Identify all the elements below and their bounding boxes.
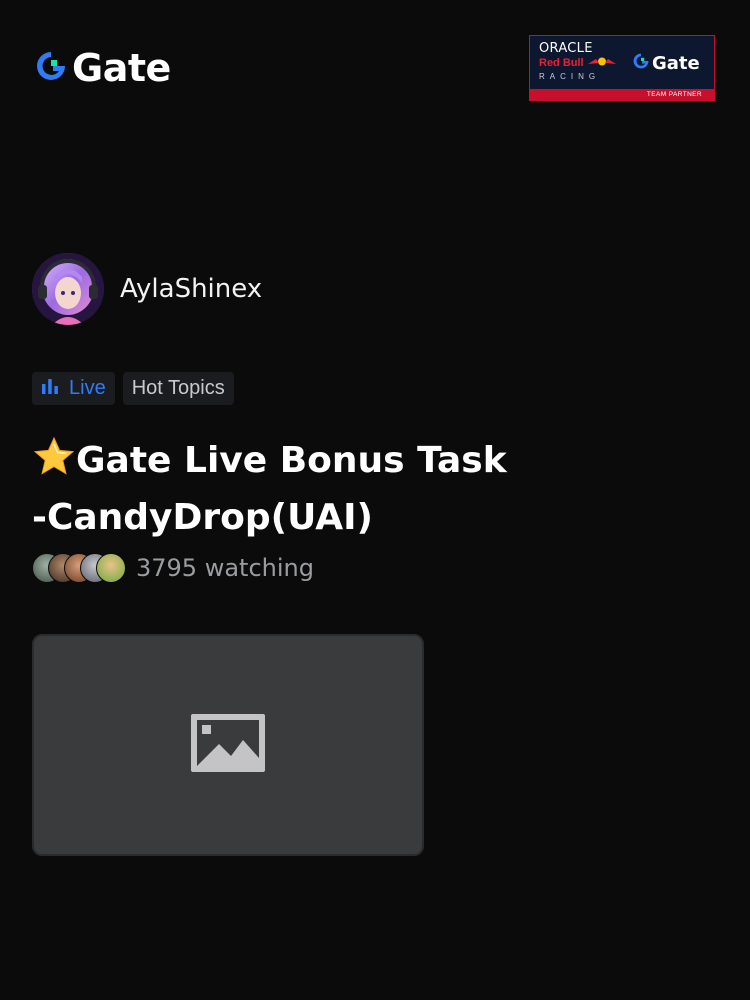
partner-footer-text: TEAM PARTNER bbox=[646, 91, 702, 98]
tag-hot-topics-label: Hot Topics bbox=[131, 377, 225, 399]
redbull-bull-icon bbox=[587, 56, 617, 71]
partner-racing-text: RACING bbox=[539, 72, 601, 81]
tag-live-label: Live bbox=[69, 377, 106, 399]
avatar[interactable] bbox=[32, 253, 104, 325]
stream-title[interactable]: Gate Live Bonus Task -CandyDrop(UAI) bbox=[32, 434, 512, 544]
partner-oracle-text: ORACLE bbox=[539, 41, 593, 56]
gate-logo-text: Gate bbox=[72, 46, 171, 90]
team-partner-badge: ORACLE Red Bull RACING Gate TEAM PARTNER bbox=[529, 35, 715, 101]
partner-gate-icon bbox=[632, 52, 650, 75]
partner-redbull-text: Red Bull bbox=[539, 57, 584, 69]
viewer-avatars bbox=[32, 553, 126, 583]
streamer-name[interactable]: AylaShinex bbox=[120, 274, 262, 304]
live-stream-page: Gate ORACLE Red Bull RACING Gate TEAM PA… bbox=[0, 0, 750, 1000]
tag-hot-topics[interactable]: Hot Topics bbox=[122, 372, 234, 405]
image-placeholder-icon bbox=[191, 713, 265, 777]
gate-logo[interactable]: Gate bbox=[34, 48, 171, 88]
watching-count: 3795 watching bbox=[136, 554, 314, 582]
stream-title-text: Gate Live Bonus Task -CandyDrop(UAI) bbox=[32, 440, 507, 538]
gate-logo-icon bbox=[34, 49, 68, 88]
partner-footer-bar: TEAM PARTNER bbox=[530, 89, 714, 100]
partner-gate-text: Gate bbox=[652, 53, 700, 74]
stream-tags: Live Hot Topics bbox=[32, 372, 234, 405]
live-bars-icon bbox=[41, 377, 69, 401]
viewer-avatar bbox=[96, 553, 126, 583]
streamer-profile[interactable]: AylaShinex bbox=[32, 253, 262, 325]
star-emoji-icon bbox=[32, 436, 76, 491]
viewer-count: 3795 watching bbox=[32, 553, 314, 583]
tag-live[interactable]: Live bbox=[32, 372, 115, 405]
stream-thumbnail[interactable] bbox=[32, 634, 424, 856]
